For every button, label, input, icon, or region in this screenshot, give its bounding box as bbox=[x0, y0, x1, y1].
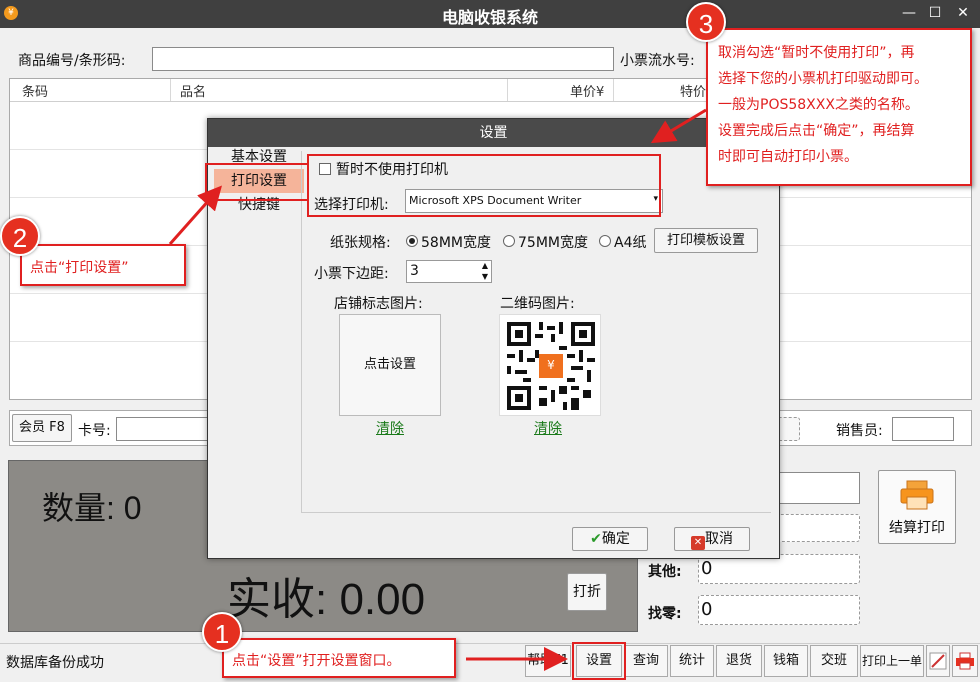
step1-text: 点击“设置”打开设置窗口。 bbox=[232, 653, 401, 669]
step2-text: 点击“打印设置” bbox=[30, 260, 129, 276]
annotation-step1-callout: 点击“设置”打开设置窗口。 bbox=[222, 638, 456, 678]
step3-line: 一般为POS58XXX之类的名称。 bbox=[718, 97, 919, 113]
step3-line: 设置完成后点击“确定”，再结算 bbox=[718, 123, 915, 139]
annotation-step2-callout: 点击“打印设置” bbox=[20, 244, 186, 286]
step3-badge: 3 bbox=[686, 2, 726, 42]
step3-line: 时即可自动打印小票。 bbox=[718, 149, 858, 165]
annotation-step3-callout: 取消勾选“暂时不使用打印”，再 选择下您的小票机打印驱动即可。 一般为POS58… bbox=[706, 28, 972, 186]
step2-badge: 2 bbox=[0, 216, 40, 256]
step3-line: 取消勾选“暂时不使用打印”，再 bbox=[718, 45, 915, 61]
step3-line: 选择下您的小票机打印驱动即可。 bbox=[718, 71, 928, 87]
step1-badge: 1 bbox=[202, 612, 242, 652]
